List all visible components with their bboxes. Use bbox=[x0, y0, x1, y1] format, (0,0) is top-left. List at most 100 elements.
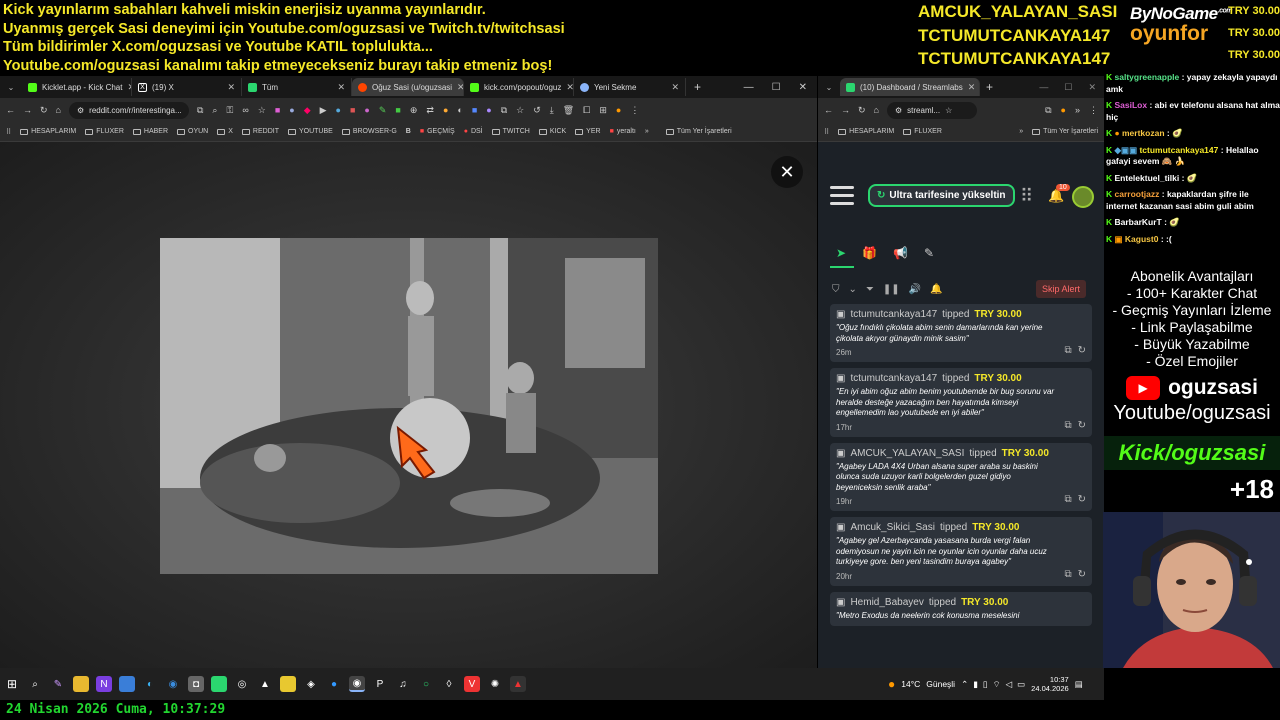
notifications-icon[interactable]: ▤ bbox=[1075, 679, 1083, 690]
minimize-icon[interactable]: — bbox=[1039, 82, 1048, 93]
browser-tab[interactable]: kick.com/popout/oguz ✕ bbox=[464, 78, 574, 96]
copy-icon[interactable]: ⧉ bbox=[1064, 494, 1071, 505]
apps-icon[interactable]: ⠿ bbox=[6, 128, 11, 136]
bookmark-folder[interactable]: KICK bbox=[538, 128, 566, 135]
url-field[interactable]: ⚙ reddit.com/r/interestinga... bbox=[68, 101, 189, 119]
puzzle-icon[interactable]: ⧉ bbox=[501, 105, 507, 116]
close-icon[interactable]: ✕ bbox=[968, 82, 976, 93]
all-bookmarks[interactable]: Tüm Yer İşaretleri bbox=[1032, 128, 1098, 135]
mic-icon[interactable]: ▮ bbox=[973, 679, 978, 690]
copy-icon[interactable]: ⧉ bbox=[1064, 345, 1071, 356]
weather-label[interactable]: Güneşli bbox=[926, 679, 955, 689]
onenote-icon[interactable]: N bbox=[96, 676, 112, 692]
split-icon[interactable]: ⊞ bbox=[599, 105, 607, 116]
battery-icon[interactable]: ▭ bbox=[1017, 679, 1025, 690]
app-icon[interactable] bbox=[119, 676, 135, 692]
new-tab-icon[interactable]: + bbox=[694, 80, 701, 94]
hamburger-menu[interactable] bbox=[830, 186, 854, 205]
more-icon[interactable]: » bbox=[1075, 105, 1080, 116]
bookmark-folder[interactable]: HESAPLARIM bbox=[838, 128, 894, 135]
upgrade-button[interactable]: ↻ Ultra tarifesine yükseltin bbox=[868, 184, 1015, 207]
forward-icon[interactable]: → bbox=[23, 105, 32, 115]
reload-icon[interactable]: ↻ bbox=[40, 105, 48, 116]
bookmark-item[interactable]: ■ yeraltı bbox=[610, 128, 636, 135]
edge-dev-icon[interactable]: ◐ bbox=[142, 676, 158, 692]
copy-icon[interactable]: ⧉ bbox=[1064, 569, 1071, 580]
shield-icon[interactable]: ⛉ bbox=[832, 284, 840, 295]
home-icon[interactable]: ⌂ bbox=[56, 105, 61, 115]
bookmark-folder[interactable]: YOUTUBE bbox=[287, 128, 333, 135]
bookmark-folder[interactable]: FLUXER bbox=[903, 128, 942, 135]
close-window-icon[interactable]: ✕ bbox=[1088, 82, 1096, 93]
extension-icon[interactable]: ✎ bbox=[379, 105, 387, 116]
copilot-icon[interactable]: ✎ bbox=[50, 676, 66, 692]
maximize-icon[interactable]: ☐ bbox=[772, 82, 781, 93]
gift-icon[interactable]: 🎁 bbox=[862, 246, 877, 260]
bell-icon[interactable]: 🔔 bbox=[930, 284, 942, 295]
extension-icon[interactable]: ◐ bbox=[457, 105, 462, 116]
extension-icon[interactable]: ■ bbox=[472, 105, 477, 116]
tab-search-icon[interactable]: ⧠ bbox=[583, 105, 590, 116]
password-icon[interactable]: ∞ bbox=[242, 105, 248, 116]
bookmark-folder[interactable]: HESAPLARIM bbox=[20, 128, 76, 135]
extension-icon[interactable]: ■ bbox=[395, 105, 400, 116]
skip-alert-button[interactable]: Skip Alert bbox=[1036, 280, 1087, 298]
vivaldi-icon[interactable]: V bbox=[464, 676, 480, 692]
apps-icon[interactable]: ⠿ bbox=[824, 128, 829, 136]
extension-icon[interactable]: ⇄ bbox=[426, 105, 434, 116]
close-icon[interactable]: ✕ bbox=[457, 82, 463, 93]
replay-icon[interactable]: ↻ bbox=[1078, 494, 1086, 505]
clock[interactable]: 10:37 24.04.2026 bbox=[1031, 675, 1069, 693]
close-icon[interactable]: ✕ bbox=[671, 82, 679, 93]
chevron-down-icon[interactable]: ⌄ bbox=[849, 284, 857, 295]
puzzle-icon[interactable]: ⧉ bbox=[1045, 105, 1051, 116]
windows-start-icon[interactable]: ⊞ bbox=[4, 676, 20, 692]
volume-icon[interactable]: 🔊 bbox=[909, 284, 921, 295]
extension-icon[interactable]: ■ bbox=[350, 105, 355, 116]
maximize-icon[interactable]: ☐ bbox=[1064, 82, 1072, 93]
app-icon[interactable]: ○ bbox=[418, 676, 434, 692]
app-icon[interactable]: ◎ bbox=[234, 676, 250, 692]
bookmark-folder[interactable]: FLUXER bbox=[85, 128, 124, 135]
forward-icon[interactable]: → bbox=[841, 105, 850, 115]
app-icon[interactable]: ▲ bbox=[510, 676, 526, 692]
browser-tab[interactable]: X (19) X ✕ bbox=[132, 78, 242, 96]
avatar[interactable] bbox=[1072, 186, 1094, 208]
star-icon[interactable]: ☆ bbox=[258, 105, 266, 116]
chrome-icon[interactable]: ◉ bbox=[349, 676, 365, 692]
bookmark-item[interactable]: ● DSİ bbox=[464, 128, 483, 135]
extension-icon[interactable]: ● bbox=[443, 105, 448, 116]
reload-icon[interactable]: ↻ bbox=[858, 105, 866, 116]
new-tab-icon[interactable]: + bbox=[986, 80, 993, 94]
history-icon[interactable]: ↺ bbox=[533, 105, 541, 116]
bookmark-folder[interactable]: X bbox=[217, 128, 233, 135]
search-icon[interactable]: ⌕ bbox=[27, 676, 43, 692]
app-icon[interactable]: P bbox=[372, 676, 388, 692]
extension-icon[interactable]: ● bbox=[364, 105, 369, 116]
close-icon[interactable]: ✕ bbox=[337, 82, 345, 93]
menu-icon[interactable]: ⋮ bbox=[630, 105, 639, 116]
extension-icon[interactable]: ⊕ bbox=[410, 105, 418, 116]
browser-tab[interactable]: Tüm ✕ bbox=[242, 78, 352, 96]
extension-icon[interactable]: ● bbox=[336, 105, 341, 116]
app-icon[interactable]: ◊ bbox=[441, 676, 457, 692]
copy-icon[interactable]: ⧉ bbox=[1064, 420, 1071, 431]
all-bookmarks[interactable]: Tüm Yer İşaretleri bbox=[665, 128, 732, 135]
edge-icon[interactable]: ◉ bbox=[165, 676, 181, 692]
filter-icon[interactable]: ⏷ bbox=[866, 284, 874, 295]
weather-temp[interactable]: 14°C bbox=[901, 679, 920, 689]
more-bookmarks-icon[interactable]: » bbox=[1019, 128, 1023, 135]
notes-icon[interactable] bbox=[280, 676, 296, 692]
pause-icon[interactable]: ❚❚ bbox=[883, 284, 900, 295]
bookmark-star-icon[interactable]: ☆ bbox=[516, 105, 524, 116]
pen-icon[interactable]: ✎ bbox=[924, 246, 934, 260]
browser-tab-active[interactable]: Oğuz Sasi (u/oguzsasi ✕ bbox=[352, 78, 464, 96]
back-icon[interactable]: ← bbox=[6, 105, 15, 115]
extension-icon[interactable]: ● bbox=[289, 105, 294, 116]
extension-icon[interactable]: ● bbox=[486, 105, 491, 116]
bookmark-item[interactable]: ■ GEÇMİŞ bbox=[420, 128, 455, 135]
chatgpt-icon[interactable]: ✺ bbox=[487, 676, 503, 692]
bookmark-folder[interactable]: REDDIT bbox=[241, 128, 279, 135]
key-icon[interactable]: ⚿ bbox=[226, 105, 233, 116]
profile-icon[interactable]: ● bbox=[1061, 105, 1066, 116]
